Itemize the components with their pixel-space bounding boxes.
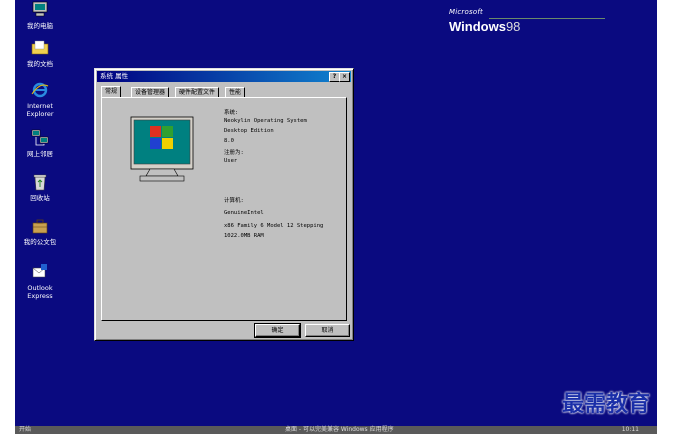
outlook-icon (32, 264, 47, 278)
logo-brand: Microsoft (449, 8, 483, 16)
monitor-icon (130, 116, 194, 182)
logo-version: 98 (505, 19, 521, 34)
system-properties-dialog: 系统 属性 ? × 常规 设备管理器 硬件配置文件 性能 系统: Neokyli… (94, 68, 354, 341)
desktop-icon-network[interactable]: 网上邻居 (15, 128, 65, 158)
desktop-icon-label: Outlook Express (27, 284, 53, 300)
watermark: 最需教育 (562, 391, 651, 417)
desktop-icon-my-computer[interactable]: 我的电脑 (15, 0, 65, 30)
os-edition: Desktop Edition (224, 128, 274, 134)
os-version: 8.0 (224, 138, 234, 144)
general-tab-panel: 系统: Neokylin Operating System Desktop Ed… (101, 97, 347, 321)
recycle-bin-icon (33, 174, 47, 191)
desktop-icon-label: 我的公文包 (23, 238, 57, 246)
dialog-titlebar[interactable]: 系统 属性 ? × (97, 71, 351, 82)
registered-user: User (224, 158, 238, 164)
computer-icon (32, 1, 48, 17)
cpu-model: x86 Family 6 Model 12 Stepping (224, 223, 324, 229)
dialog-title: 系统 属性 (100, 72, 129, 80)
desktop-icon-label: 我的电脑 (27, 22, 53, 30)
close-button[interactable]: × (339, 72, 350, 82)
memory: 1022.0MB RAM (224, 233, 264, 239)
ie-icon (31, 82, 49, 98)
cancel-button[interactable]: 取消 (305, 324, 350, 337)
briefcase-icon (32, 219, 48, 234)
desktop-icon-recycle-bin[interactable]: 回收站 (15, 172, 65, 202)
folder-icon (31, 40, 49, 55)
taskbar-caption: 桌面 - 可以完美兼容 Windows 应用程序 (285, 426, 394, 433)
ok-button[interactable]: 确定 (254, 323, 301, 338)
desktop-icon-label: Internet Explorer (26, 102, 54, 118)
desktop-icon-briefcase[interactable]: 我的公文包 (15, 216, 65, 246)
logo-rule (489, 18, 605, 19)
logo-product: Windows (449, 19, 506, 34)
windows-logo: Microsoft Windows98 (449, 8, 605, 35)
desktop-icon-my-documents[interactable]: 我的文档 (15, 38, 65, 68)
network-icon (31, 129, 49, 146)
desktop-icon-label: 网上邻居 (27, 150, 53, 158)
tab-general[interactable]: 常规 (101, 86, 122, 97)
desktop-icon-label: 回收站 (30, 194, 50, 202)
system-heading: 系统: (224, 110, 239, 116)
taskbar: 开始 桌面 - 可以完美兼容 Windows 应用程序 10:11 (15, 426, 657, 434)
os-name: Neokylin Operating System (224, 118, 307, 124)
start-button[interactable]: 开始 (19, 426, 31, 434)
clock: 10:11 (621, 426, 639, 433)
computer-heading: 计算机: (224, 198, 244, 204)
desktop-icon-internet-explorer[interactable]: Internet Explorer (15, 80, 65, 118)
registered-heading: 注册为: (224, 150, 244, 156)
desktop-icon-label: 我的文档 (27, 60, 53, 68)
cpu-vendor: GenuineIntel (224, 210, 264, 216)
desktop-icon-outlook-express[interactable]: Outlook Express (15, 262, 65, 300)
